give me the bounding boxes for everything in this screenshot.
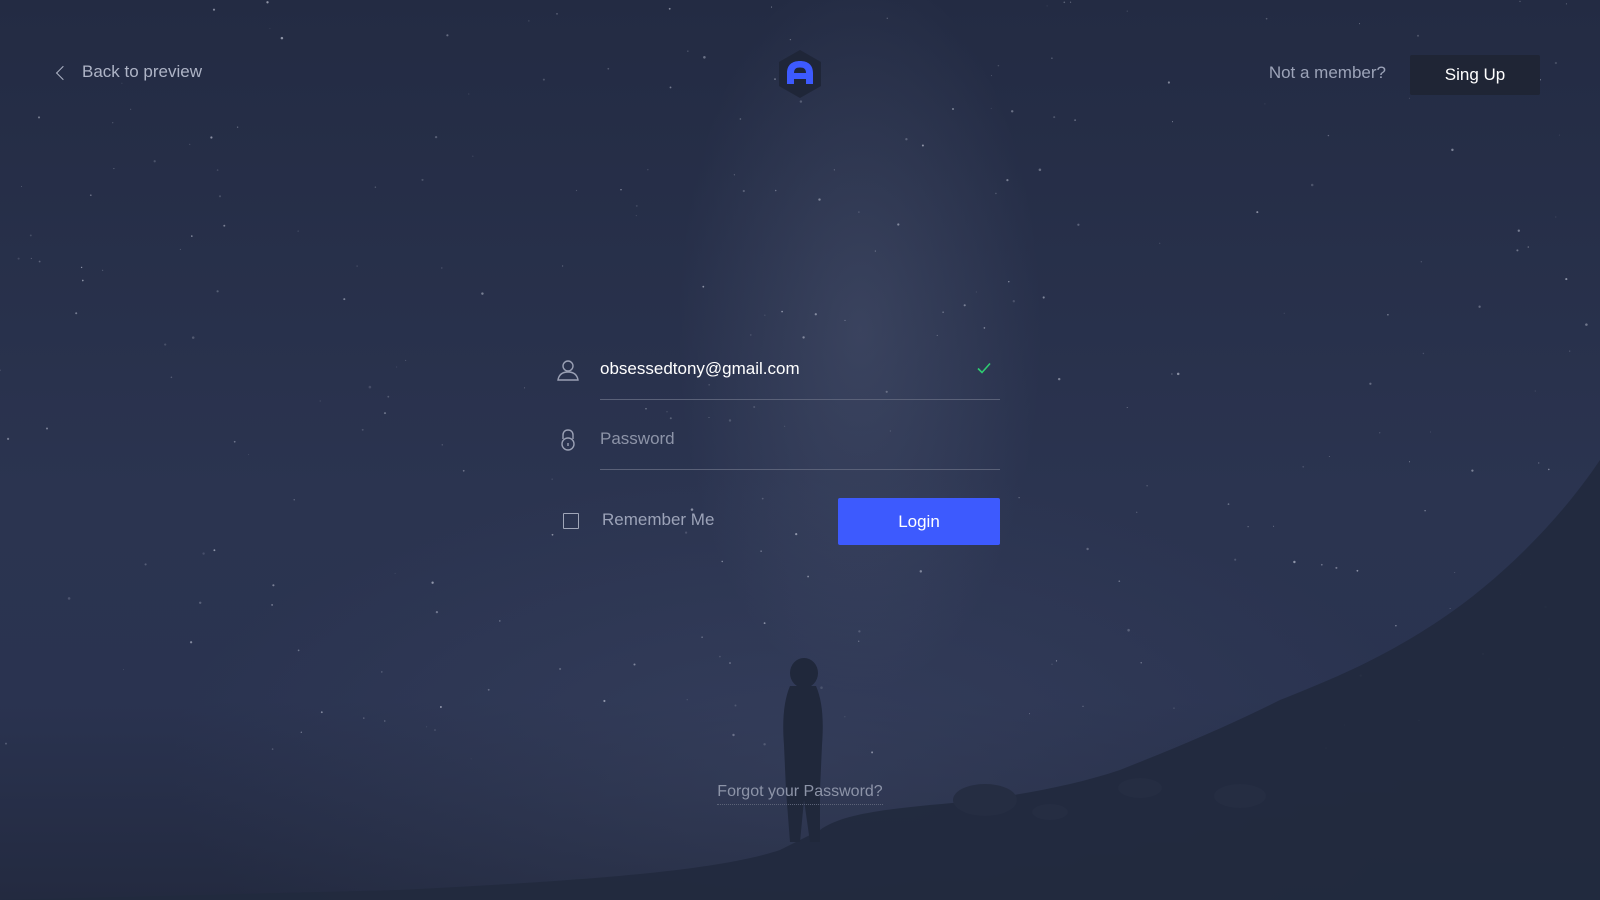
login-button[interactable]: Login [838, 498, 1000, 545]
remember-me-checkbox[interactable]: Remember Me [563, 510, 714, 530]
email-input[interactable] [600, 354, 960, 384]
check-icon [976, 360, 992, 376]
lock-icon [556, 428, 580, 452]
email-underline [600, 399, 1000, 400]
password-input[interactable] [600, 424, 960, 454]
chevron-left-icon [55, 65, 71, 80]
user-icon [556, 358, 580, 382]
password-underline [600, 469, 1000, 470]
back-to-preview-label: Back to preview [82, 62, 202, 81]
back-to-preview-link[interactable]: Back to preview [55, 62, 202, 82]
signup-button[interactable]: Sing Up [1410, 55, 1540, 95]
forgot-password-link[interactable]: Forgot your Password? [717, 783, 883, 805]
checkbox-box[interactable] [563, 513, 579, 529]
password-field-group [556, 420, 1000, 470]
logo-icon[interactable] [774, 48, 826, 100]
email-field-group [556, 350, 1000, 400]
not-member-text: Not a member? [1268, 63, 1386, 82]
remember-me-label: Remember Me [602, 510, 715, 529]
forgot-password-row: Forgot your Password? [0, 783, 1600, 805]
